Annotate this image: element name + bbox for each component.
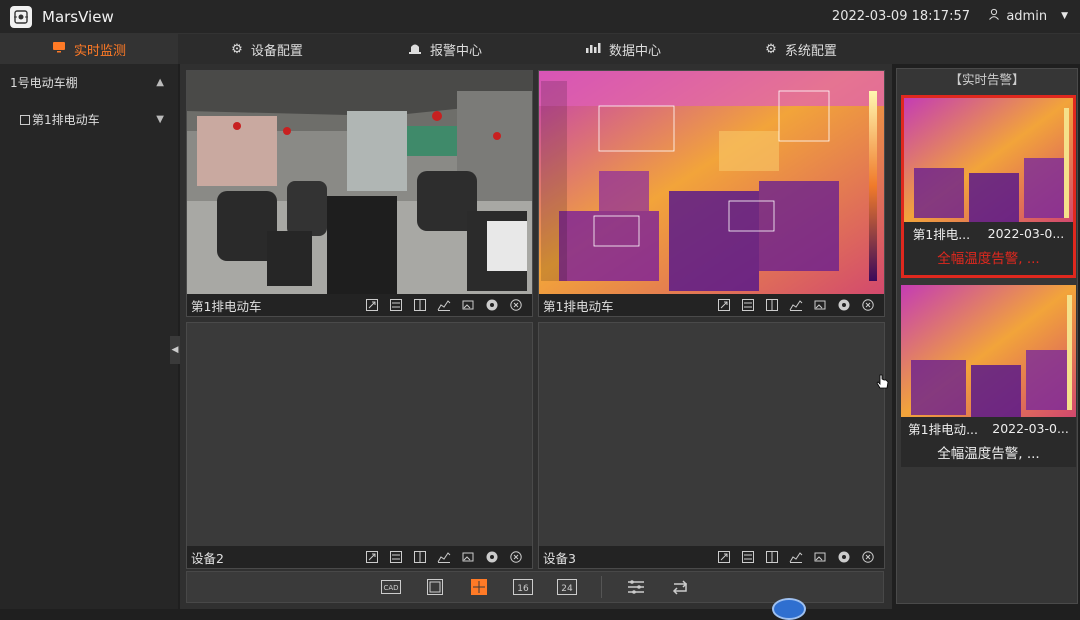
layout-4-icon[interactable] bbox=[469, 578, 489, 596]
layout-16-icon[interactable]: 16 bbox=[512, 578, 533, 596]
close-icon[interactable] bbox=[860, 549, 876, 565]
app-title: MarsView bbox=[42, 7, 114, 26]
floating-assistant-button[interactable] bbox=[772, 598, 806, 620]
settings-list-icon[interactable] bbox=[626, 578, 646, 596]
gear-icon: ⚙ bbox=[765, 41, 777, 57]
cell-device-name: 第1排电动车 bbox=[191, 298, 262, 314]
tab-data-center[interactable]: 数据中心 bbox=[534, 34, 712, 64]
chevron-down-icon: ▼ bbox=[1061, 11, 1068, 21]
cad-icon[interactable]: CAD bbox=[380, 578, 401, 596]
video-cell-3[interactable]: 设备2 bbox=[186, 322, 533, 569]
alarm-time: 2022-03-0... bbox=[992, 420, 1069, 436]
chevron-up-icon[interactable]: ▲ bbox=[156, 77, 164, 88]
user-menu[interactable]: admin ▼ bbox=[988, 8, 1068, 24]
user-icon bbox=[988, 8, 1000, 24]
snapshot-icon[interactable] bbox=[484, 297, 500, 313]
divider bbox=[600, 576, 602, 598]
cell-footer: 第1排电动车 bbox=[539, 294, 884, 316]
alarm-meta: 第1排电动... 2022-03-0... bbox=[901, 417, 1076, 439]
alarm-thumbnail bbox=[901, 285, 1076, 417]
image-icon[interactable] bbox=[460, 297, 476, 313]
username: admin bbox=[1006, 8, 1048, 24]
chart-icon[interactable] bbox=[436, 297, 452, 313]
fullscreen-icon[interactable] bbox=[364, 549, 380, 565]
app-logo-icon bbox=[10, 5, 32, 28]
hand-cursor-icon bbox=[876, 374, 890, 396]
video-grid: 第1排电动车 第1排电动车 设备2 设备3 CAD 16 24 bbox=[180, 64, 892, 609]
main-nav: 实时监测 ⚙ 设备配置 报警中心 数据中心 ⚙ 系统配置 bbox=[0, 34, 1080, 64]
monitor-icon bbox=[52, 41, 66, 57]
alarm-thumbnail bbox=[904, 98, 1073, 222]
snapshot-icon[interactable] bbox=[836, 549, 852, 565]
switch-icon[interactable] bbox=[740, 549, 756, 565]
alarm-icon bbox=[408, 41, 422, 58]
cell-device-name: 设备2 bbox=[191, 550, 224, 566]
layout-24-icon[interactable]: 24 bbox=[556, 578, 577, 596]
cell-device-name: 设备3 bbox=[543, 550, 576, 566]
alarm-panel-title: 【实时告警】 bbox=[949, 72, 1025, 87]
cell-footer: 设备2 bbox=[187, 546, 532, 568]
alarm-type: 全幅温度告警, ... bbox=[901, 439, 1076, 465]
visible-camera-feed bbox=[187, 71, 532, 294]
alarm-meta: 第1排电... 2022-03-0... bbox=[904, 222, 1073, 244]
snapshot-icon[interactable] bbox=[836, 297, 852, 313]
cell-device-name: 第1排电动车 bbox=[543, 298, 614, 314]
video-cell-2[interactable]: 第1排电动车 bbox=[538, 70, 885, 317]
video-cell-4[interactable]: 设备3 bbox=[538, 322, 885, 569]
split-icon[interactable] bbox=[412, 549, 428, 565]
gear-icon: ⚙ bbox=[231, 41, 243, 57]
close-icon[interactable] bbox=[508, 549, 524, 565]
split-icon[interactable] bbox=[764, 549, 780, 565]
sidebar-collapse-handle[interactable]: ◀ bbox=[170, 336, 180, 364]
chart-icon[interactable] bbox=[788, 297, 804, 313]
datetime: 2022-03-09 18:17:57 bbox=[831, 9, 970, 24]
switch-icon[interactable] bbox=[740, 297, 756, 313]
snapshot-icon[interactable] bbox=[484, 549, 500, 565]
cell-footer: 设备3 bbox=[539, 546, 884, 568]
video-cell-1[interactable]: 第1排电动车 bbox=[186, 70, 533, 317]
tab-alarm-center[interactable]: 报警中心 bbox=[356, 34, 534, 64]
camera-icon bbox=[20, 114, 30, 125]
alarm-device: 第1排电... bbox=[912, 226, 971, 242]
close-icon[interactable] bbox=[508, 297, 524, 313]
layout-toolbar: CAD 16 24 bbox=[186, 571, 884, 603]
svg-text:24: 24 bbox=[561, 584, 573, 594]
split-icon[interactable] bbox=[412, 297, 428, 313]
tab-realtime-monitor[interactable]: 实时监测 bbox=[0, 34, 178, 64]
svg-text:16: 16 bbox=[517, 584, 529, 594]
image-icon[interactable] bbox=[812, 549, 828, 565]
switch-icon[interactable] bbox=[388, 297, 404, 313]
alarm-type: 全幅温度告警, ... bbox=[904, 244, 1073, 270]
fullscreen-icon[interactable] bbox=[364, 297, 380, 313]
top-bar: MarsView 2022-03-09 18:17:57 admin ▼ bbox=[0, 0, 1080, 34]
alarm-device: 第1排电动... bbox=[908, 421, 978, 437]
cell-footer: 第1排电动车 bbox=[187, 294, 532, 316]
thermal-camera-feed bbox=[539, 71, 884, 294]
fullscreen-icon[interactable] bbox=[716, 549, 732, 565]
layout-1-icon[interactable] bbox=[425, 578, 445, 596]
alarm-card[interactable]: 第1排电动... 2022-03-0... 全幅温度告警, ... bbox=[901, 285, 1076, 467]
realtime-alarm-panel: 【实时告警】 第1排电... 2022-03-0... 全幅温度告警, ... bbox=[896, 68, 1078, 604]
fullscreen-icon[interactable] bbox=[716, 297, 732, 313]
tab-system-config[interactable]: ⚙ 系统配置 bbox=[712, 34, 890, 64]
chart-icon[interactable] bbox=[788, 549, 804, 565]
image-icon[interactable] bbox=[460, 549, 476, 565]
tab-device-config[interactable]: ⚙ 设备配置 bbox=[178, 34, 356, 64]
loop-icon[interactable] bbox=[670, 578, 690, 596]
chart-icon[interactable] bbox=[436, 549, 452, 565]
split-icon[interactable] bbox=[764, 297, 780, 313]
chevron-down-icon[interactable]: ▼ bbox=[156, 114, 164, 125]
tree-group-shed-1[interactable]: 1号电动车棚 ▲ bbox=[0, 64, 178, 101]
image-icon[interactable] bbox=[812, 297, 828, 313]
alarm-time: 2022-03-0... bbox=[987, 225, 1065, 241]
close-icon[interactable] bbox=[860, 297, 876, 313]
svg-text:CAD: CAD bbox=[383, 584, 398, 592]
alarm-card[interactable]: 第1排电... 2022-03-0... 全幅温度告警, ... bbox=[901, 95, 1076, 278]
chart-icon bbox=[585, 41, 601, 58]
switch-icon[interactable] bbox=[388, 549, 404, 565]
device-tree-sidebar: 1号电动车棚 ▲ 第1排电动车 ▼ bbox=[0, 64, 178, 609]
tree-item-row-1[interactable]: 第1排电动车 ▼ bbox=[0, 101, 178, 138]
